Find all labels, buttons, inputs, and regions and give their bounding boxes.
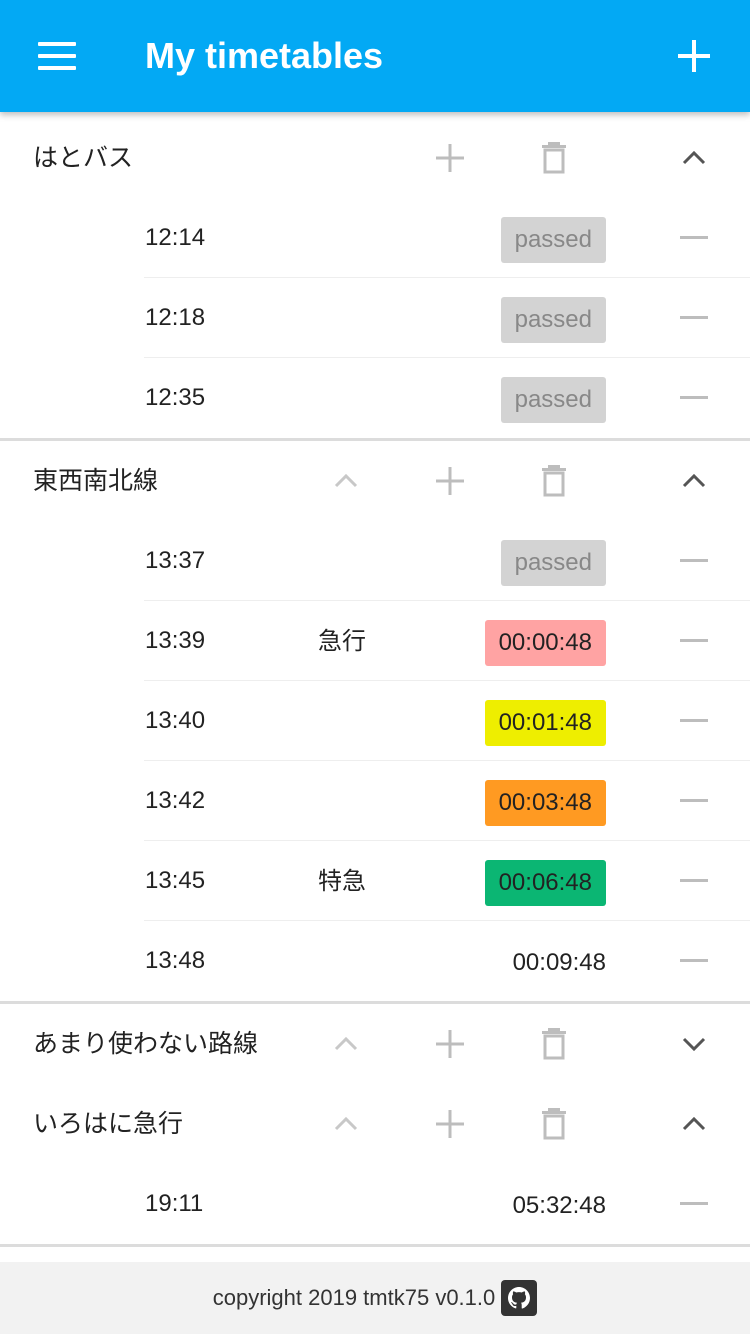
remaining-time-badge: passed xyxy=(500,377,606,423)
departure-time: 13:42 xyxy=(145,787,206,814)
group-name: いろはに急行 xyxy=(33,1109,184,1138)
timetable-row: 12:14 passed xyxy=(0,198,750,278)
timetable-row: 13:45 特急 00:06:48 xyxy=(0,841,750,921)
remaining-time-badge: passed xyxy=(500,540,606,586)
minus-icon[interactable] xyxy=(680,396,708,399)
departure-time: 13:40 xyxy=(145,707,206,734)
remaining-time-badge: passed xyxy=(500,297,606,343)
page-title: My timetables xyxy=(145,35,384,76)
group-header: あまり使わない路線 xyxy=(0,1004,750,1084)
departure-time: 19:11 xyxy=(145,1190,204,1217)
move-up-icon[interactable] xyxy=(326,461,366,501)
timetable-list: はとバス 12:14 passed 12:18 passed 12:35 passed 東西南… xyxy=(0,118,750,1247)
remaining-time-badge: 00:03:48 xyxy=(484,780,606,826)
timetable-group: はとバス 12:14 passed 12:18 passed 12:35 passed xyxy=(0,118,750,441)
train-type: 急行 xyxy=(318,627,366,655)
group-name: はとバス xyxy=(33,143,134,172)
minus-icon[interactable] xyxy=(680,879,708,882)
minus-icon[interactable] xyxy=(680,316,708,319)
timetable-row: 13:42 00:03:48 xyxy=(0,761,750,841)
departure-time: 12:14 xyxy=(145,224,206,251)
timetable-row: 13:40 00:01:48 xyxy=(0,681,750,761)
minus-icon[interactable] xyxy=(680,959,708,962)
departure-time: 12:18 xyxy=(145,304,206,331)
departure-time: 12:35 xyxy=(145,384,206,411)
train-type: 特急 xyxy=(318,867,366,895)
timetable-row: 13:48 00:09:48 xyxy=(0,921,750,1001)
timetable-row: 13:37 passed xyxy=(0,521,750,601)
move-up-icon[interactable] xyxy=(326,1104,366,1144)
menu-icon[interactable] xyxy=(38,42,76,70)
timetable-group: あまり使わない路線 xyxy=(0,1004,750,1084)
minus-icon[interactable] xyxy=(680,559,708,562)
collapse-chevron-up-icon[interactable] xyxy=(674,461,714,501)
timetable-group: いろはに急行 19:11 05:32:48 xyxy=(0,1084,750,1247)
remaining-time-badge: 00:00:48 xyxy=(484,620,606,666)
group-header: はとバス xyxy=(0,118,750,198)
trash-icon[interactable] xyxy=(534,1104,574,1144)
remaining-time-badge: 00:09:48 xyxy=(512,949,606,976)
add-row-icon[interactable] xyxy=(430,1104,470,1144)
remaining-time-badge: 00:06:48 xyxy=(484,860,606,906)
trash-icon[interactable] xyxy=(534,461,574,501)
add-row-icon[interactable] xyxy=(430,1024,470,1064)
departure-time: 13:37 xyxy=(145,547,206,574)
copyright-text: copyright 2019 tmtk75 v0.1.0 xyxy=(212,1285,496,1310)
expand-chevron-down-icon[interactable] xyxy=(674,1024,714,1064)
timetable-row: 19:11 05:32:48 xyxy=(0,1164,750,1244)
collapse-chevron-up-icon[interactable] xyxy=(674,138,714,178)
add-row-icon[interactable] xyxy=(430,461,470,501)
trash-icon[interactable] xyxy=(534,138,574,178)
minus-icon[interactable] xyxy=(680,1202,708,1205)
minus-icon[interactable] xyxy=(680,639,708,642)
collapse-chevron-up-icon[interactable] xyxy=(674,1104,714,1144)
timetable-row: 12:18 passed xyxy=(0,278,750,358)
add-timetable-icon[interactable] xyxy=(678,40,710,72)
timetable-row: 12:35 passed xyxy=(0,358,750,438)
footer: copyright 2019 tmtk75 v0.1.0 xyxy=(0,1262,750,1334)
group-name: あまり使わない路線 xyxy=(33,1029,259,1058)
move-up-icon[interactable] xyxy=(326,1024,366,1064)
departure-time: 13:45 xyxy=(145,867,206,894)
group-header: いろはに急行 xyxy=(0,1084,750,1164)
github-icon[interactable] xyxy=(501,1280,538,1316)
trash-icon[interactable] xyxy=(534,1024,574,1064)
minus-icon[interactable] xyxy=(680,799,708,802)
remaining-time-badge: 00:01:48 xyxy=(484,700,606,746)
timetable-group: 東西南北線 13:37 passed 13:39 急行 00:00:48 13:40 00:0… xyxy=(0,441,750,1004)
remaining-time-badge: passed xyxy=(500,217,606,263)
timetable-row: 13:39 急行 00:00:48 xyxy=(0,601,750,681)
minus-icon[interactable] xyxy=(680,236,708,239)
add-row-icon[interactable] xyxy=(430,138,470,178)
group-header: 東西南北線 xyxy=(0,441,750,521)
minus-icon[interactable] xyxy=(680,719,708,722)
group-name: 東西南北線 xyxy=(33,466,159,495)
remaining-time-badge: 05:32:48 xyxy=(512,1192,606,1219)
departure-time: 13:48 xyxy=(145,947,206,974)
departure-time: 13:39 xyxy=(145,627,206,654)
app-bar: My timetables xyxy=(0,0,750,112)
